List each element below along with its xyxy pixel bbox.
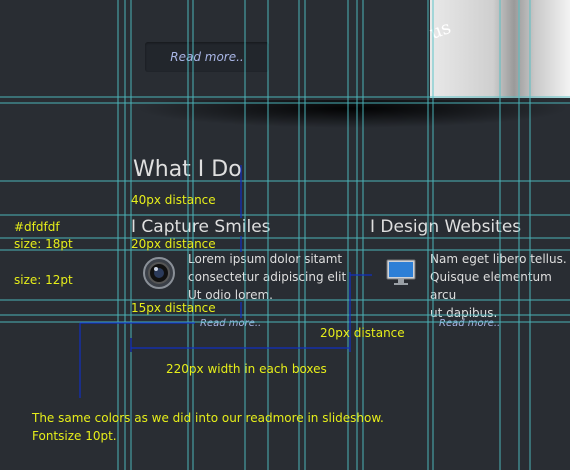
annotation-40px: 40px distance — [131, 193, 216, 207]
annotation-20px-gap: 20px distance — [320, 326, 405, 340]
annotation-15px: 15px distance — [131, 301, 216, 315]
annotation-width: 220px width in each boxes — [166, 362, 327, 376]
annotation-text-size: size: 12pt — [14, 273, 73, 287]
annotation-note-colors: The same colors as we did into our readm… — [32, 411, 384, 425]
guide-lines — [0, 0, 570, 470]
annotation-20px-heading: 20px distance — [131, 237, 216, 251]
annotation-note-fontsize: Fontsize 10pt. — [32, 429, 117, 443]
annotation-heading-size: size: 18pt — [14, 237, 73, 251]
annotation-color: #dfdfdf — [14, 220, 60, 234]
